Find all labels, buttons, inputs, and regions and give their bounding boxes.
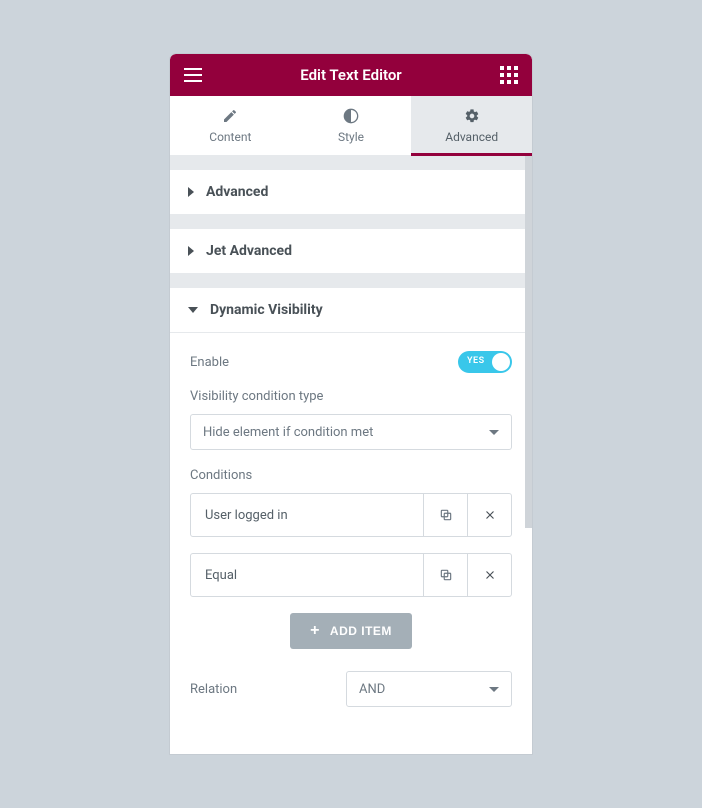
relation-row: Relation AND: [190, 671, 512, 715]
enable-toggle[interactable]: YES: [458, 351, 512, 373]
accordion-label: Advanced: [206, 184, 268, 200]
add-item-button[interactable]: + ADD ITEM: [290, 613, 412, 649]
visibility-type-label: Visibility condition type: [190, 389, 512, 404]
copy-icon: [439, 508, 453, 522]
add-item-label: ADD ITEM: [330, 624, 392, 638]
apps-grid-icon[interactable]: [500, 66, 518, 84]
conditions-block: Conditions User logged in Equal: [190, 468, 512, 649]
spacer: [170, 215, 532, 229]
close-icon: [483, 568, 497, 582]
scrollbar[interactable]: [525, 156, 532, 528]
dynamic-visibility-section: Enable YES Visibility condition type Hid…: [170, 333, 532, 725]
relation-select[interactable]: AND: [346, 671, 512, 707]
tab-advanced[interactable]: Advanced: [411, 96, 532, 155]
tab-style[interactable]: Style: [291, 96, 412, 155]
contrast-icon: [343, 108, 359, 124]
spacer: [170, 156, 532, 170]
pencil-icon: [222, 108, 238, 124]
close-icon: [483, 508, 497, 522]
copy-icon: [439, 568, 453, 582]
spacer: [170, 274, 532, 288]
duplicate-button[interactable]: [423, 554, 467, 596]
chevron-down-icon: [489, 430, 499, 435]
toggle-knob: [492, 353, 510, 371]
visibility-type-select[interactable]: Hide element if condition met: [190, 414, 512, 450]
caret-right-icon: [188, 187, 194, 197]
panel-body: Advanced Jet Advanced Dynamic Visibility…: [170, 156, 532, 754]
panel-title: Edit Text Editor: [300, 66, 401, 84]
gear-icon: [464, 108, 480, 124]
select-value: Hide element if condition met: [203, 425, 373, 440]
caret-down-icon: [188, 307, 198, 313]
plus-icon: +: [310, 622, 320, 640]
accordion-label: Jet Advanced: [206, 243, 292, 259]
toggle-text: YES: [467, 356, 485, 366]
enable-label: Enable: [190, 355, 229, 370]
accordion-advanced[interactable]: Advanced: [170, 170, 532, 215]
enable-row: Enable YES: [190, 351, 512, 373]
chevron-down-icon: [489, 687, 499, 692]
select-value: AND: [359, 682, 385, 697]
panel-header: Edit Text Editor: [170, 54, 532, 96]
accordion-label: Dynamic Visibility: [210, 302, 323, 318]
conditions-label: Conditions: [190, 468, 512, 483]
tab-label: Advanced: [445, 130, 498, 144]
condition-item: User logged in: [190, 493, 512, 537]
remove-button[interactable]: [467, 554, 511, 596]
elementor-panel: Edit Text Editor Content Style Advanced …: [170, 54, 532, 754]
caret-right-icon: [188, 246, 194, 256]
duplicate-button[interactable]: [423, 494, 467, 536]
relation-label: Relation: [190, 682, 237, 697]
accordion-dynamic-visibility[interactable]: Dynamic Visibility: [170, 288, 532, 333]
condition-label[interactable]: Equal: [191, 554, 423, 596]
menu-icon[interactable]: [184, 68, 202, 82]
panel-tabs: Content Style Advanced: [170, 96, 532, 156]
tab-label: Style: [338, 130, 364, 144]
remove-button[interactable]: [467, 494, 511, 536]
tab-label: Content: [209, 130, 251, 144]
accordion-jet-advanced[interactable]: Jet Advanced: [170, 229, 532, 274]
condition-item: Equal: [190, 553, 512, 597]
tab-content[interactable]: Content: [170, 96, 291, 155]
condition-label[interactable]: User logged in: [191, 494, 423, 536]
